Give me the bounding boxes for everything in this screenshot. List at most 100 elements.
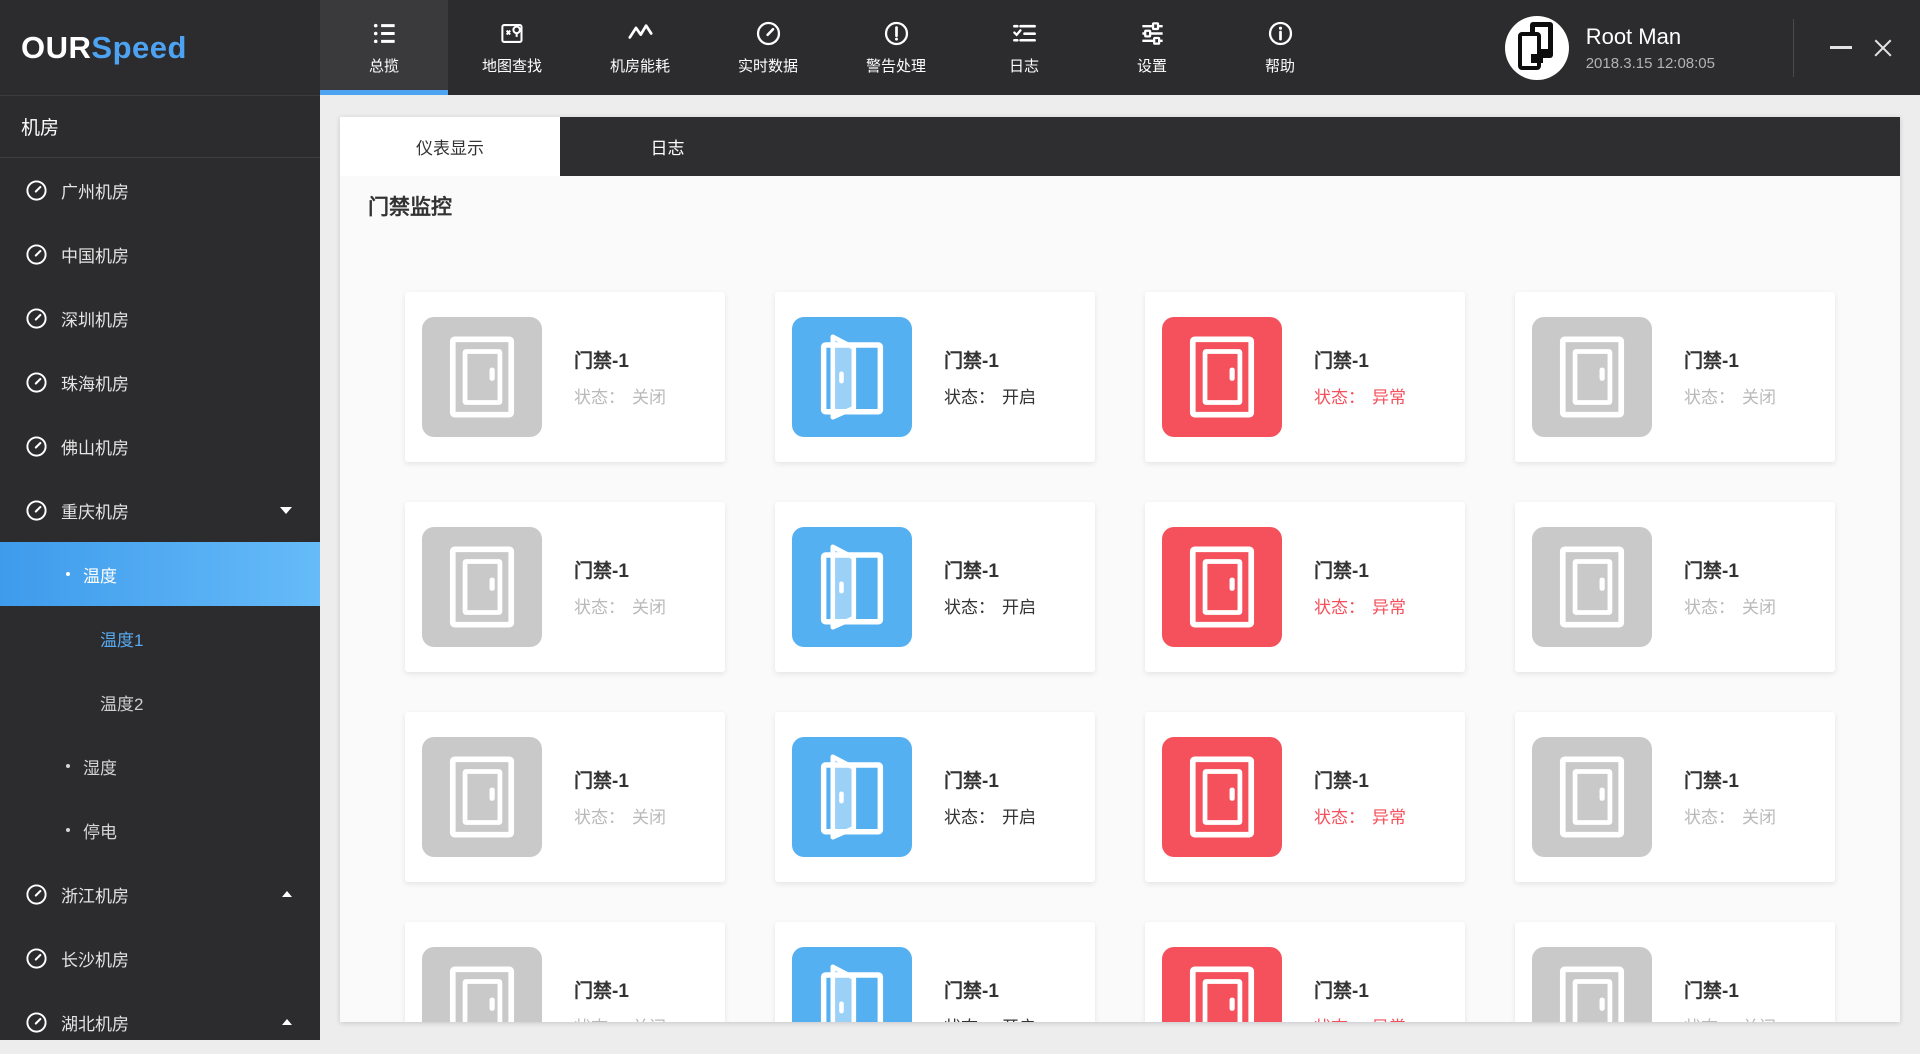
- status-value: 关闭: [632, 388, 666, 407]
- status-value: 异常: [1372, 808, 1406, 827]
- settings-icon: [1139, 20, 1166, 47]
- sidebar-item-温度2[interactable]: 温度2: [0, 670, 320, 734]
- sidebar-header: 机房: [0, 96, 320, 158]
- status-value: 关闭: [1742, 388, 1776, 407]
- status-value: 关闭: [632, 808, 666, 827]
- status-value: 开启: [1002, 388, 1036, 407]
- door-card-open[interactable]: 门禁-1 状态： 开启: [775, 502, 1095, 672]
- sidebar-item-温度1[interactable]: 温度1: [0, 606, 320, 670]
- sidebar-item-珠海机房[interactable]: 珠海机房: [0, 350, 320, 414]
- door-card-closed[interactable]: 门禁-1 状态： 关闭: [1515, 502, 1835, 672]
- arrow-up-icon[interactable]: [282, 1019, 292, 1025]
- door-card-abnormal[interactable]: 门禁-1 状态： 异常: [1145, 502, 1465, 672]
- card-title: 门禁-1: [944, 351, 999, 372]
- door-card-abnormal[interactable]: 门禁-1 状态： 异常: [1145, 712, 1465, 882]
- nav-item-overview[interactable]: 总揽: [320, 0, 448, 95]
- close-button[interactable]: [1862, 27, 1904, 69]
- sidebar-item-label: 温度: [83, 566, 117, 586]
- card-title: 门禁-1: [944, 561, 999, 582]
- status-value: 异常: [1372, 598, 1406, 617]
- gauge-icon: [25, 499, 61, 522]
- door-card-closed[interactable]: 门禁-1 状态： 关闭: [405, 712, 725, 882]
- minimize-icon: [1830, 46, 1852, 49]
- nav-item-realtime-gauge[interactable]: 实时数据: [704, 0, 832, 95]
- card-title: 门禁-1: [1314, 981, 1369, 1002]
- door-card-open[interactable]: 门禁-1 状态： 开启: [775, 292, 1095, 462]
- card-title: 门禁-1: [1684, 351, 1739, 372]
- nav-item-label: 设置: [1136, 57, 1167, 75]
- arrow-up-icon[interactable]: [282, 891, 292, 897]
- bullet-dot: [66, 764, 70, 768]
- status-label: 状态：: [944, 598, 995, 617]
- sidebar-item-长沙机房[interactable]: 长沙机房: [0, 926, 320, 990]
- card-status: 状态： 开启: [944, 383, 1036, 408]
- status-value: 关闭: [1742, 598, 1776, 617]
- sidebar-item-浙江机房[interactable]: 浙江机房: [0, 862, 320, 926]
- user-info: Root Man 2018.3.15 12:08:05: [1586, 24, 1715, 72]
- nav-item-label: 日志: [1008, 57, 1039, 75]
- nav-item-alert[interactable]: 警告处理: [832, 0, 960, 95]
- tab-gauge-display[interactable]: 仪表显示: [340, 117, 560, 176]
- nav-item-logs[interactable]: 日志: [960, 0, 1088, 95]
- card-status: 状态： 关闭: [1684, 383, 1776, 408]
- nav-item-help[interactable]: 帮助: [1216, 0, 1344, 95]
- nav-item-energy[interactable]: 机房能耗: [576, 0, 704, 95]
- door-card-abnormal[interactable]: 门禁-1 状态： 异常: [1145, 922, 1465, 1022]
- tab-logs[interactable]: 日志: [560, 117, 775, 176]
- gauge-icon: [25, 307, 61, 330]
- status-label: 状态：: [1684, 388, 1735, 407]
- door-card-closed[interactable]: 门禁-1 状态： 关闭: [1515, 922, 1835, 1022]
- sidebar-item-湖北机房[interactable]: 湖北机房: [0, 990, 320, 1054]
- door-open-icon: [792, 737, 912, 857]
- door-card-closed[interactable]: 门禁-1 状态： 关闭: [405, 502, 725, 672]
- status-label: 状态：: [944, 388, 995, 407]
- nav-item-map-search[interactable]: 地图查找: [448, 0, 576, 95]
- door-card-closed[interactable]: 门禁-1 状态： 关闭: [1515, 712, 1835, 882]
- sidebar-item-label: 浙江机房: [61, 886, 129, 906]
- realtime-gauge-icon: [755, 20, 782, 47]
- status-label: 状态：: [574, 1018, 625, 1022]
- door-card-open[interactable]: 门禁-1 状态： 开启: [775, 712, 1095, 882]
- card-status: 状态： 开启: [944, 593, 1036, 618]
- main-area: 仪表显示 日志 门禁监控 门禁-1 状态： 关闭 门禁-1 状态： 开启 门禁-1 状态： 异常…: [320, 95, 1920, 1040]
- card-text: 门禁-1 状态： 关闭: [1684, 766, 1776, 828]
- door-card-closed[interactable]: 门禁-1 状态： 关闭: [405, 292, 725, 462]
- sidebar-item-中国机房[interactable]: 中国机房: [0, 222, 320, 286]
- card-status: 状态： 关闭: [1684, 1013, 1776, 1022]
- sidebar-item-label: 停电: [83, 822, 117, 842]
- card-title: 门禁-1: [1314, 351, 1369, 372]
- status-value: 异常: [1372, 388, 1406, 407]
- sidebar-item-湿度[interactable]: 湿度: [0, 734, 320, 798]
- card-title: 门禁-1: [574, 561, 629, 582]
- arrow-down-icon[interactable]: [280, 506, 292, 514]
- door-open-icon: [792, 947, 912, 1022]
- avatar[interactable]: [1504, 15, 1569, 80]
- door-card-open[interactable]: 门禁-1 状态： 开启: [775, 922, 1095, 1022]
- sidebar-item-温度[interactable]: 温度: [0, 542, 320, 606]
- sidebar-item-label: 温度1: [100, 630, 144, 650]
- gauge-icon: [25, 883, 61, 906]
- card-text: 门禁-1 状态： 开启: [944, 976, 1036, 1022]
- gauge-icon: [25, 243, 61, 266]
- status-label: 状态：: [1684, 1018, 1735, 1022]
- top-nav: 总揽 地图查找 机房能耗 实时数据 警告处理 日志 设置 帮助: [320, 0, 1344, 95]
- door-card-abnormal[interactable]: 门禁-1 状态： 异常: [1145, 292, 1465, 462]
- sidebar-item-佛山机房[interactable]: 佛山机房: [0, 414, 320, 478]
- status-label: 状态：: [944, 1018, 995, 1022]
- minimize-button[interactable]: [1820, 27, 1862, 69]
- card-status: 状态： 关闭: [1684, 803, 1776, 828]
- sidebar-item-广州机房[interactable]: 广州机房: [0, 158, 320, 222]
- status-label: 状态：: [1314, 598, 1365, 617]
- status-value: 异常: [1372, 1018, 1406, 1022]
- sidebar-item-label: 重庆机房: [61, 502, 129, 522]
- card-title: 门禁-1: [574, 981, 629, 1002]
- sidebar-item-重庆机房[interactable]: 重庆机房: [0, 478, 320, 542]
- bullet-dot: [66, 572, 70, 576]
- nav-item-settings[interactable]: 设置: [1088, 0, 1216, 95]
- sidebar-item-停电[interactable]: 停电: [0, 798, 320, 862]
- card-text: 门禁-1 状态： 开启: [944, 556, 1036, 618]
- bullet-dot: [66, 828, 70, 832]
- sidebar-item-深圳机房[interactable]: 深圳机房: [0, 286, 320, 350]
- door-card-closed[interactable]: 门禁-1 状态： 关闭: [405, 922, 725, 1022]
- door-card-closed[interactable]: 门禁-1 状态： 关闭: [1515, 292, 1835, 462]
